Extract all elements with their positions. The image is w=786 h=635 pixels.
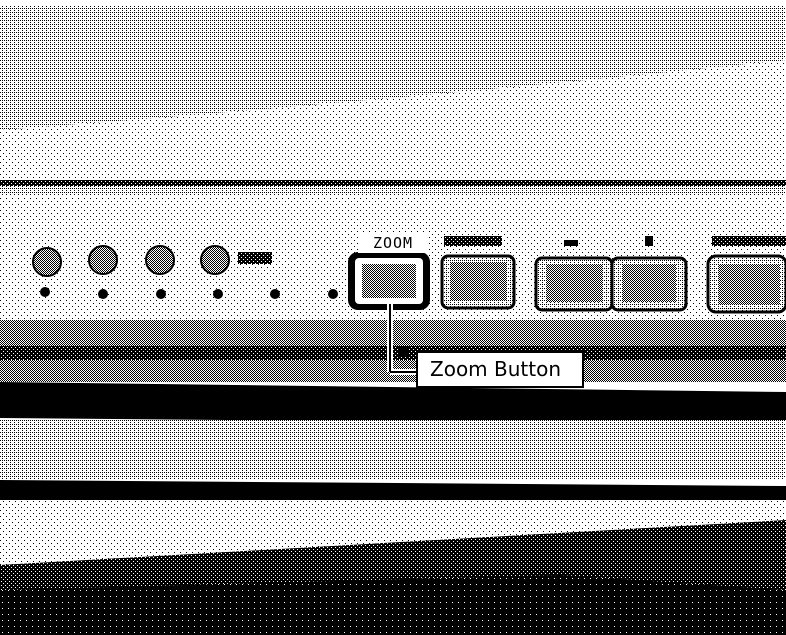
- zoom-button-callout: Zoom Button: [416, 351, 584, 388]
- zoom-button-label: ZOOM: [358, 233, 428, 253]
- zoom-button[interactable]: [348, 252, 430, 310]
- monitor-bezel-photo: [0, 0, 786, 635]
